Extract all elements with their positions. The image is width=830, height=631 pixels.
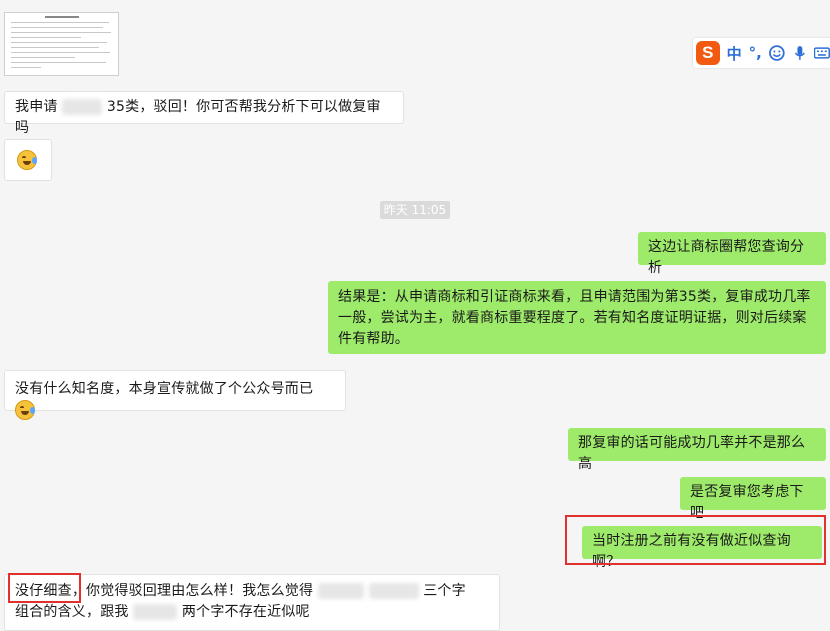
smiley-icon[interactable] <box>768 45 785 61</box>
redacted-text <box>368 583 419 599</box>
timestamp: 昨天 11:05 <box>380 201 450 219</box>
message-text: 那复审的话可能成功几率并不是那么高 <box>578 435 806 472</box>
thumb-line <box>11 27 103 28</box>
message-incoming[interactable]: 我申请 35类，驳回！你可否帮我分析下可以做复审吗 <box>4 91 404 136</box>
message-incoming[interactable]: 没有什么知名度，本身宣传就做了个公众号而已 <box>4 370 346 420</box>
thumb-line <box>11 57 75 58</box>
punctuation-toggle[interactable]: °, <box>749 44 762 62</box>
thumb-title-line <box>45 16 79 18</box>
message-outgoing[interactable]: 那复审的话可能成功几率并不是那么高 <box>568 428 826 472</box>
laugh-cry-emoji-icon <box>15 400 35 420</box>
message-outgoing[interactable]: 是否复审您考虑下吧 <box>680 477 826 521</box>
redacted-text <box>62 99 103 115</box>
microphone-icon[interactable] <box>792 45 808 61</box>
message-text: ，你觉得驳回理由怎么样！我怎么觉得 <box>71 583 314 599</box>
redacted-text <box>133 604 178 620</box>
thumb-line <box>11 37 81 38</box>
message-incoming-emoji[interactable] <box>4 139 52 181</box>
thumb-line <box>11 22 109 23</box>
sogou-logo[interactable]: S <box>696 41 720 65</box>
thumb-line <box>11 52 110 53</box>
message-outgoing[interactable]: 这边让商标圈帮您查询分析 <box>638 232 826 276</box>
document-thumbnail[interactable] <box>4 12 119 76</box>
thumb-line <box>11 47 99 48</box>
thumb-line <box>11 32 111 33</box>
redacted-text <box>317 583 364 599</box>
thumb-line <box>11 42 107 43</box>
highlight-box <box>565 515 826 565</box>
keyboard-icon[interactable] <box>814 45 830 61</box>
thumb-line <box>11 67 41 68</box>
message-text: 两个字不存在近似呢 <box>181 604 310 620</box>
language-toggle[interactable]: 中 <box>727 43 742 64</box>
message-text: 我申请 <box>15 99 58 115</box>
message-text: 组合的含义，跟我 <box>15 604 129 620</box>
ime-toolbar: S 中 °, <box>693 38 830 68</box>
highlight-box <box>8 573 81 603</box>
message-text: 没有什么知名度，本身宣传就做了个公众号而已 <box>15 381 314 397</box>
message-text: 三个字 <box>423 583 466 599</box>
message-outgoing[interactable]: 结果是：从申请商标和引证商标来看，且申请范围为第35类，复审成功几率一般，尝试为… <box>328 281 826 354</box>
laugh-cry-emoji-icon <box>17 150 37 170</box>
message-text: 结果是：从申请商标和引证商标来看，且申请范围为第35类，复审成功几率一般，尝试为… <box>338 289 811 347</box>
message-line: 没仔细查，你觉得驳回理由怎么样！我怎么觉得 三个字 <box>15 581 489 602</box>
thumb-line <box>11 62 106 63</box>
message-text: 这边让商标圈帮您查询分析 <box>648 239 805 276</box>
message-line: 组合的含义，跟我 两个字不存在近似呢 <box>15 602 489 623</box>
